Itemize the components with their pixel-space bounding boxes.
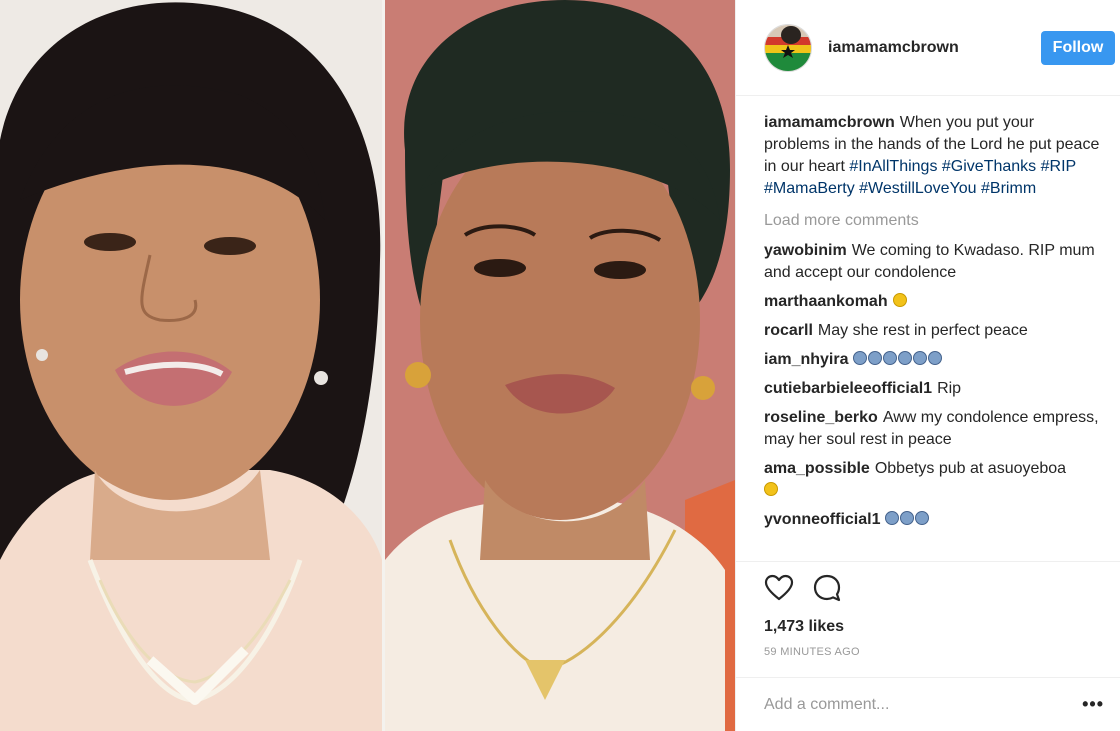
avatar[interactable]: [764, 23, 812, 72]
comment-item: rocarll May she rest in perfect peace: [764, 320, 1100, 342]
post-media[interactable]: [0, 0, 735, 731]
comment-username[interactable]: rocarll: [764, 322, 813, 339]
heart-icon[interactable]: [764, 574, 794, 602]
comment-item: iam_nhyira: [764, 349, 1100, 371]
comment-username[interactable]: cutiebarbieleeofficial1: [764, 380, 932, 397]
header-username[interactable]: iamamamcbrown: [828, 39, 959, 57]
comment-item: yvonneofficial1: [764, 509, 1100, 531]
caption-username[interactable]: iamamamcbrown: [764, 114, 895, 131]
add-comment-input[interactable]: [764, 695, 1083, 714]
hashtag-link[interactable]: #RIP: [1041, 158, 1076, 175]
comment-item: cutiebarbieleeofficial1 Rip: [764, 378, 1100, 400]
more-options-icon[interactable]: •••: [1082, 694, 1104, 715]
crying-laughing-emoji-icon: [892, 293, 907, 307]
add-comment-bar: •••: [736, 677, 1120, 731]
comment-username[interactable]: roseline_berko: [764, 409, 878, 426]
hashtag-link[interactable]: #InAllThings: [849, 158, 937, 175]
follow-button[interactable]: Follow: [1041, 31, 1115, 65]
hashtag-link[interactable]: #MamaBerty: [764, 180, 855, 197]
load-more-comments-link[interactable]: Load more comments: [764, 210, 1100, 232]
comment-username[interactable]: yawobinim: [764, 242, 847, 259]
surprised-emoji-icon: [764, 482, 778, 496]
post-timestamp[interactable]: 59 MINUTES AGO: [764, 646, 1120, 658]
hashtag-link[interactable]: #WestillLoveYou: [859, 180, 976, 197]
hashtag-link[interactable]: #Brimm: [981, 180, 1036, 197]
instagram-post: iamamamcbrown Follow iamamamcbrown When y…: [0, 0, 1120, 731]
comment-username[interactable]: iam_nhyira: [764, 351, 848, 368]
hashtag-link[interactable]: #GiveThanks: [942, 158, 1036, 175]
crying-emoji-row-icon: [885, 511, 930, 528]
comment-item: ama_possible Obbetys pub at asuoyeboa: [764, 458, 1100, 502]
post-actions: 1,473 likes 59 MINUTES AGO: [736, 561, 1120, 658]
comments-list: iamamamcbrown When you put your problems …: [736, 96, 1120, 531]
comment-icon[interactable]: [812, 573, 842, 603]
comment-item: yawobinim We coming to Kwadaso. RIP mum a…: [764, 240, 1100, 284]
comment-username[interactable]: yvonneofficial1: [764, 511, 880, 528]
comment-text: May she rest in perfect peace: [817, 322, 1028, 339]
crying-emoji-row-icon: [853, 351, 943, 368]
likes-count[interactable]: 1,473 likes: [764, 618, 1120, 636]
comment-item: roseline_berko Aww my condolence empress,…: [764, 407, 1100, 451]
post-side-panel: iamamamcbrown Follow iamamamcbrown When y…: [735, 0, 1120, 731]
action-icons: [764, 572, 1120, 604]
post-header: iamamamcbrown Follow: [736, 0, 1120, 96]
comment-text: Rip: [937, 380, 962, 397]
comment-item: marthaankomah: [764, 291, 1100, 313]
comment-text: Obbetys pub at asuoyeboa: [874, 460, 1067, 477]
comment-username[interactable]: ama_possible: [764, 460, 870, 477]
portrait-photo-right: [385, 0, 735, 731]
comment-username[interactable]: marthaankomah: [764, 293, 888, 310]
portrait-photo-left: [0, 0, 382, 731]
caption: iamamamcbrown When you put your problems …: [764, 112, 1100, 200]
